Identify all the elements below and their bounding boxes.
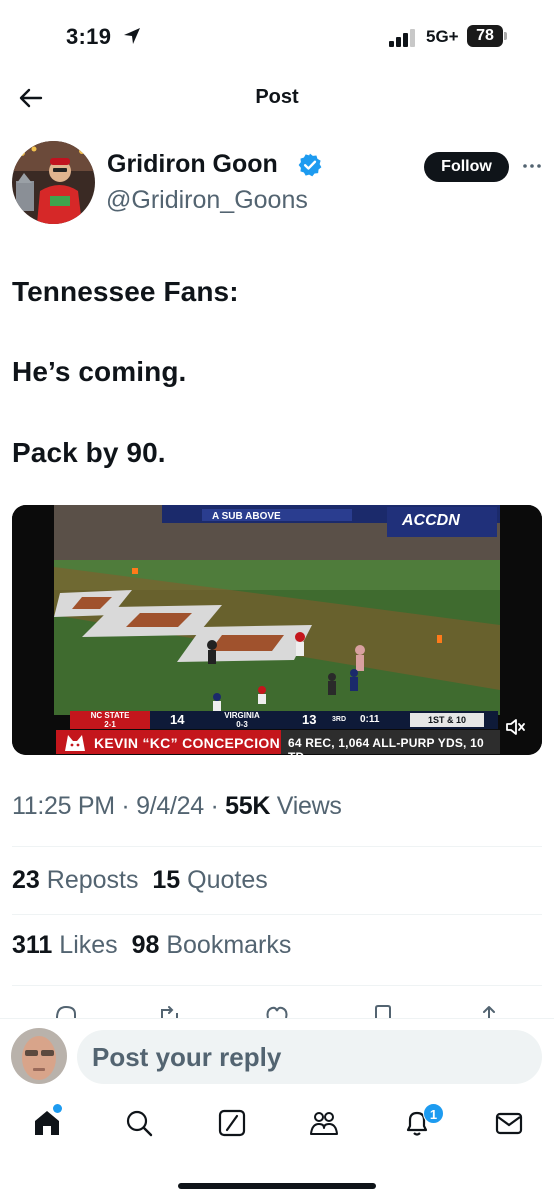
status-time: 3:19	[66, 24, 112, 49]
notifications-badge: 1	[423, 1103, 444, 1124]
scorebug-team2-record: 0-3	[236, 720, 248, 729]
scorebug-team1-score: 14	[170, 712, 185, 727]
engagement-row: 311 Likes 98 Bookmarks	[12, 931, 291, 960]
player-name: KEVIN “KC” CONCEPCION	[94, 735, 280, 751]
meta-separator: ·	[210, 792, 219, 820]
scorebug-team1-record: 2-1	[104, 720, 116, 729]
location-arrow-icon	[124, 28, 140, 44]
divider	[12, 846, 542, 847]
meta-separator: ·	[121, 792, 130, 820]
reposts-count: 23	[12, 866, 40, 894]
engagement-row: 23 Reposts 15 Quotes	[12, 866, 268, 895]
post-meta: 11:25 PM · 9/4/24 · 55K Views	[12, 792, 342, 821]
signal-icon	[389, 29, 415, 47]
network-logo: ACCDN	[401, 512, 460, 529]
like-icon[interactable]	[264, 1004, 290, 1018]
reposts-label: Reposts	[46, 866, 139, 894]
reply-icon[interactable]	[53, 1004, 79, 1018]
user-avatar-image	[11, 1028, 67, 1084]
battery-level: 78	[467, 25, 503, 47]
battery-indicator: 78	[467, 25, 507, 47]
post-time[interactable]: 11:25 PM	[12, 792, 115, 820]
reposts-stat[interactable]: 23 Reposts	[12, 866, 138, 894]
reply-bar: Post your reply	[0, 1018, 554, 1094]
scorebug-team1-name: NC STATE	[90, 711, 130, 720]
grok-icon[interactable]	[217, 1108, 247, 1138]
divider	[12, 914, 542, 915]
home-new-indicator	[53, 1104, 62, 1113]
quotes-label: Quotes	[187, 866, 268, 894]
divider	[12, 985, 542, 986]
player-name-box: KEVIN “KC” CONCEPCION	[56, 730, 281, 754]
scorebug-down: 1ST & 10	[410, 713, 484, 727]
scorebug-team2-score: 13	[302, 712, 317, 727]
home-indicator	[178, 1183, 376, 1189]
bookmarks-count: 98	[131, 931, 160, 959]
player-lower-third: KEVIN “KC” CONCEPCION 64 REC, 1,064 ALL-…	[56, 730, 500, 755]
status-bar: 3:19 5G+ 78	[0, 0, 554, 76]
scorebug: NC STATE 2-1 14 VIRGINIA 0-3 13 3RD 0:11…	[70, 711, 498, 729]
messages-icon[interactable]	[494, 1108, 524, 1138]
bookmark-icon[interactable]	[370, 1004, 396, 1018]
scorebug-team1: NC STATE 2-1	[70, 711, 150, 729]
follow-button[interactable]: Follow	[424, 152, 509, 182]
banner-text: A SUB ABOVE	[212, 511, 281, 522]
player-stats: 64 REC, 1,064 ALL-PURP YDS, 10 TD	[288, 736, 484, 755]
user-avatar[interactable]	[11, 1028, 67, 1084]
likes-stat[interactable]: 311 Likes	[12, 931, 118, 959]
reply-input[interactable]: Post your reply	[77, 1030, 542, 1084]
wolf-logo-icon	[65, 735, 85, 751]
quotes-stat[interactable]: 15 Quotes	[152, 866, 267, 894]
scorebug-quarter: 3RD	[332, 716, 347, 723]
author-name[interactable]: Gridiron Goon	[107, 150, 278, 179]
post-header: Post	[0, 76, 554, 120]
author-avatar-image	[12, 141, 95, 224]
author-avatar[interactable]	[12, 141, 95, 224]
author-handle[interactable]: @Gridiron_Goons	[106, 186, 308, 215]
share-icon[interactable]	[476, 1004, 502, 1018]
tweet-text-line: Tennessee Fans:	[12, 276, 239, 307]
post-date[interactable]: 9/4/24	[136, 792, 204, 820]
bookmarks-stat[interactable]: 98 Bookmarks	[132, 931, 292, 959]
tweet-text-line: Pack by 90.	[12, 437, 166, 468]
scorebug-clock: 0:11	[360, 714, 380, 725]
scorebug-team2-name: VIRGINIA	[224, 711, 260, 720]
verified-badge-icon	[298, 153, 322, 177]
communities-icon[interactable]	[309, 1108, 339, 1138]
views-count: 55K	[225, 792, 271, 820]
tweet-text-line: He’s coming.	[12, 356, 187, 387]
likes-count: 311	[12, 931, 53, 959]
likes-label: Likes	[59, 931, 118, 959]
quotes-count: 15	[152, 866, 181, 894]
search-icon[interactable]	[124, 1108, 154, 1138]
scorebug-team2: VIRGINIA 0-3	[218, 711, 266, 729]
repost-icon[interactable]	[157, 1004, 183, 1018]
views-label: Views	[276, 792, 342, 820]
bookmarks-label: Bookmarks	[166, 931, 292, 959]
tweet-video[interactable]: A SUB ABOVE ACCDN NC STATE 2-1 14 VIRGIN…	[12, 505, 542, 755]
page-title: Post	[255, 86, 299, 108]
mute-icon[interactable]	[504, 716, 526, 738]
more-icon[interactable]	[521, 158, 543, 174]
battery-cap	[504, 32, 507, 40]
network-label: 5G+	[426, 27, 459, 46]
